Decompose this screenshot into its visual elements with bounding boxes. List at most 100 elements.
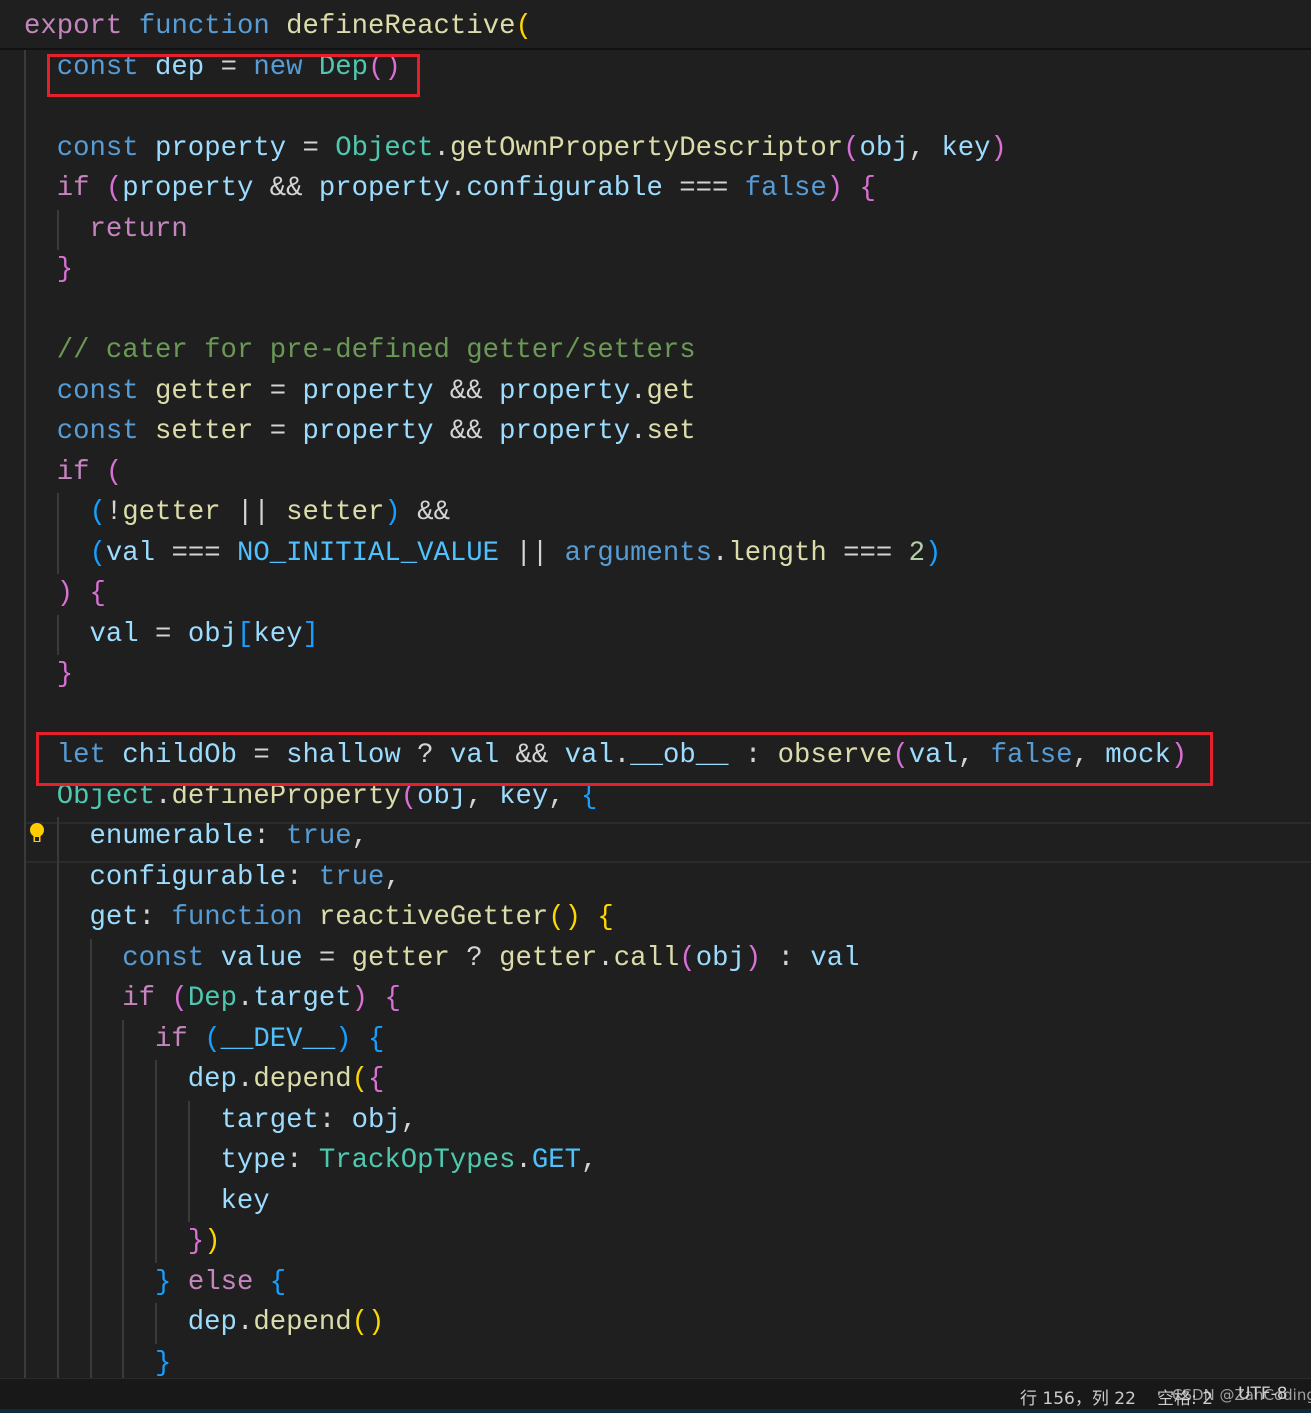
code-token: :	[286, 1145, 319, 1176]
code-token: true	[286, 821, 352, 852]
code-token: ,	[580, 1145, 598, 1176]
code-line[interactable]: export function defineReactive(	[24, 7, 532, 47]
status-bar: 行 156，列 22 空格: 2 UTF-8 CSDN @ZahCoding	[0, 1378, 1311, 1413]
code-token: dep	[187, 1064, 237, 1095]
code-line[interactable]: enumerable: true,	[90, 817, 369, 857]
code-line[interactable]: const property = Object.getOwnPropertyDe…	[57, 129, 1007, 169]
code-token: {	[384, 983, 401, 1014]
code-token: )	[56, 578, 74, 609]
code-token: val	[810, 942, 860, 974]
code-token: :	[761, 942, 811, 974]
code-line[interactable]: (!getter || setter) &&	[90, 493, 450, 533]
code-token: property	[302, 375, 434, 407]
code-line[interactable]: // cater for pre-defined getter/setters	[57, 331, 696, 371]
code-line[interactable]: configurable: true,	[90, 858, 401, 898]
lightbulb-icon[interactable]	[29, 823, 45, 845]
code-token: length	[728, 537, 827, 569]
code-token: set	[646, 416, 696, 447]
code-token: Object	[335, 132, 434, 164]
code-line[interactable]: if (__DEV__) {	[155, 1020, 384, 1060]
code-token: if	[56, 173, 90, 204]
code-line[interactable]: } else {	[155, 1263, 286, 1303]
code-token: val	[105, 537, 156, 569]
code-token: reactiveGetter	[318, 902, 549, 933]
code-line[interactable]: type: TrackOpTypes.GET,	[221, 1141, 598, 1181]
code-line[interactable]: target: obj,	[221, 1101, 418, 1141]
indent-guide	[56, 817, 59, 1378]
indent-guide	[56, 614, 59, 655]
code-line[interactable]: if (property && property.configurable ==…	[57, 169, 876, 209]
code-token: .	[515, 1145, 532, 1176]
code-line[interactable]: key	[221, 1182, 270, 1222]
code-token: if	[122, 983, 156, 1014]
code-token: (	[351, 1064, 369, 1095]
code-token: val	[89, 618, 139, 650]
code-token: (	[843, 132, 860, 164]
code-token: ===	[662, 173, 745, 204]
code-token: // cater for pre-defined getter/setters	[56, 335, 696, 366]
code-line[interactable]: ) {	[57, 574, 106, 614]
code-token: GET	[531, 1145, 581, 1176]
code-token: configurable	[466, 173, 663, 204]
indent-guide	[155, 1060, 158, 1263]
code-line[interactable]: dep.depend()	[188, 1303, 385, 1343]
code-token: if	[56, 456, 90, 488]
code-line[interactable]: dep.depend({	[188, 1060, 385, 1100]
code-token: 2	[908, 537, 926, 569]
code-line[interactable]: })	[188, 1222, 221, 1262]
code-token: property	[499, 416, 631, 447]
code-line[interactable]: val = obj[key]	[90, 615, 319, 655]
code-token: (	[171, 983, 188, 1014]
code-token: key	[941, 132, 991, 164]
code-token: ,	[351, 821, 369, 852]
status-bar-edge	[0, 1409, 1311, 1413]
code-token: .	[433, 132, 450, 164]
code-line[interactable]: }	[57, 250, 73, 290]
code-token: :	[253, 821, 287, 852]
code-line[interactable]: }	[57, 655, 73, 695]
code-token: return	[89, 213, 188, 245]
code-token: getter	[155, 375, 254, 407]
code-token: TrackOpTypes	[318, 1145, 516, 1176]
code-token: ,	[400, 1104, 418, 1136]
code-token: property	[122, 173, 254, 204]
code-token: {	[89, 578, 106, 609]
watermark: CSDN @ZahCoding	[1172, 1386, 1311, 1404]
code-token: .	[630, 375, 647, 407]
code-line[interactable]: if (Dep.target) {	[122, 979, 401, 1019]
code-token: true	[318, 861, 385, 893]
cursor-position[interactable]: 行 156，列 22	[1020, 1384, 1136, 1409]
code-token: setter	[286, 497, 385, 528]
code-line[interactable]: return	[90, 210, 188, 250]
code-token: false	[744, 173, 827, 204]
code-line[interactable]: (val === NO_INITIAL_VALUE || arguments.l…	[90, 534, 942, 574]
code-line[interactable]: const value = getter ? getter.call(obj) …	[122, 939, 859, 979]
code-line[interactable]: const setter = property && property.set	[57, 412, 696, 452]
code-token: }	[155, 1347, 172, 1379]
indent-guide	[187, 1100, 190, 1222]
code-token: key	[253, 618, 303, 650]
code-line[interactable]: const getter = property && property.get	[57, 372, 696, 412]
code-line[interactable]: if (	[57, 453, 123, 493]
code-token: {	[859, 173, 876, 204]
code-editor[interactable]: export function defineReactive(const dep…	[0, 0, 1311, 1378]
code-token: &&	[400, 497, 450, 528]
code-line[interactable]: get: function reactiveGetter() {	[90, 898, 614, 938]
code-line[interactable]: }	[155, 1344, 171, 1379]
code-token: )	[204, 1226, 221, 1257]
code-token: property	[155, 132, 287, 164]
highlight-box-childob	[36, 732, 1213, 786]
code-token: {	[597, 902, 614, 933]
code-token: ||	[499, 537, 565, 569]
code-token: ,	[908, 132, 942, 164]
